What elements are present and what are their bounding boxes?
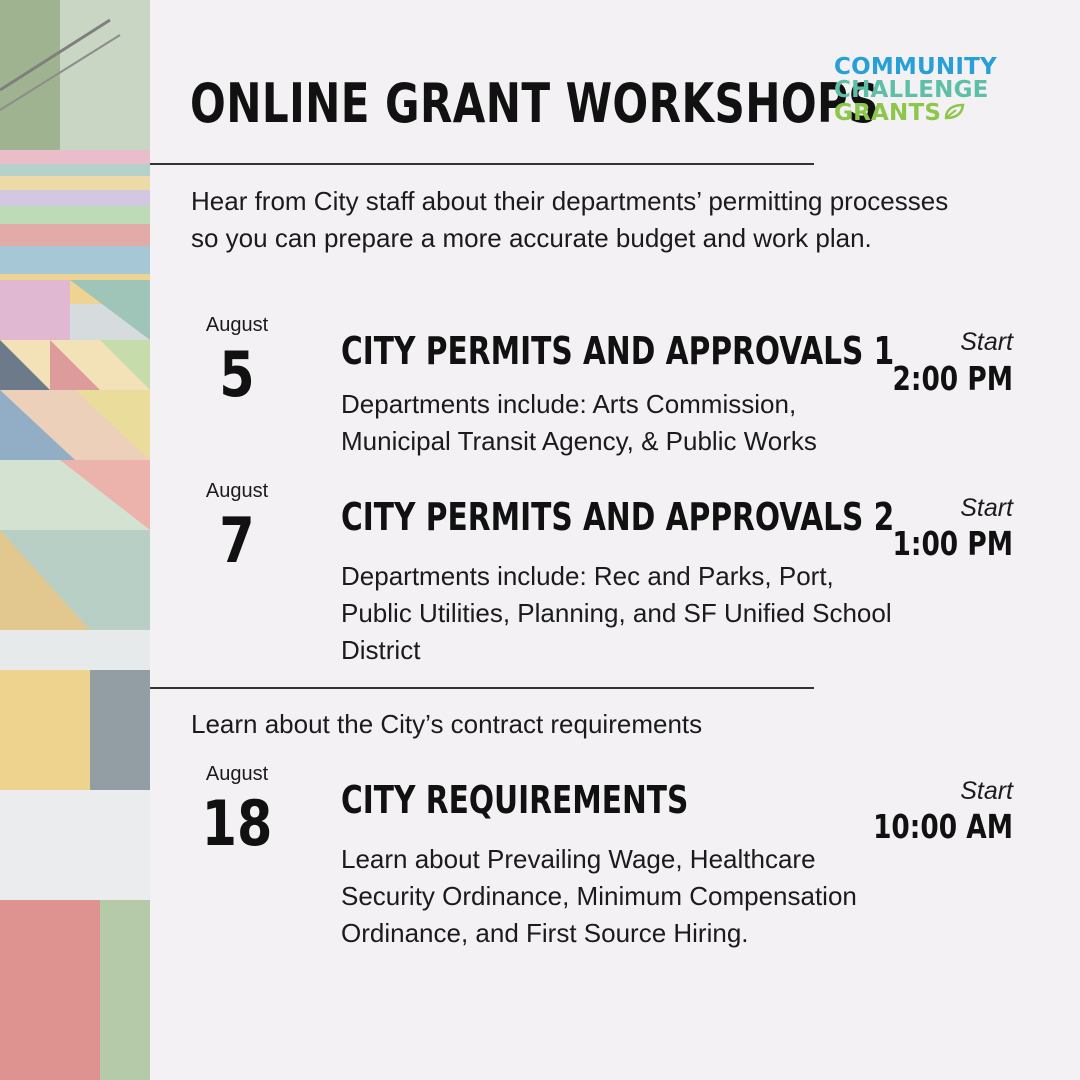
event-month: August — [205, 763, 269, 785]
event-date: August 18 — [182, 762, 292, 856]
logo-line-2: CHALLENGE — [834, 77, 989, 103]
divider — [150, 163, 814, 165]
event-title: CITY PERMITS AND APPROVALS 1 — [341, 329, 895, 373]
start-time: 10:00 AM — [873, 807, 1013, 846]
page-title: ONLINE GRANT WORKSHOPS — [190, 72, 880, 135]
event-description: Departments include: Rec and Parks, Port… — [341, 561, 892, 665]
event-month: August — [205, 480, 269, 502]
event-day: 18 — [201, 787, 273, 860]
event-date: August 5 — [182, 313, 292, 407]
leaf-icon — [944, 103, 965, 120]
section-intro: Learn about the City’s contract requirem… — [191, 709, 703, 739]
logo-line-3: GRANTS — [834, 102, 1024, 125]
intro-text: Hear from City staff about their departm… — [191, 186, 949, 253]
logo-line-3-text: GRANTS — [834, 100, 942, 126]
logo-line-1: COMMUNITY — [834, 54, 997, 80]
event-day: 5 — [219, 338, 255, 411]
start-label: Start — [960, 494, 1013, 522]
event-day: 7 — [219, 504, 255, 577]
event-description: Departments include: Arts Commission, Mu… — [341, 389, 817, 456]
start-time: 1:00 PM — [892, 524, 1013, 563]
community-challenge-grants-logo: COMMUNITY CHALLENGE GRANTS — [834, 56, 1024, 125]
event-month: August — [205, 314, 269, 336]
event-title: CITY PERMITS AND APPROVALS 2 — [341, 495, 895, 539]
event-title: CITY REQUIREMENTS — [341, 778, 689, 822]
divider — [150, 687, 814, 689]
start-label: Start — [960, 328, 1013, 356]
event-description: Learn about Prevailing Wage, Healthcare … — [341, 844, 857, 948]
mosaic-stairs-photo — [0, 0, 150, 1080]
start-label: Start — [960, 777, 1013, 805]
start-time: 2:00 PM — [892, 359, 1013, 398]
event-date: August 7 — [182, 479, 292, 573]
